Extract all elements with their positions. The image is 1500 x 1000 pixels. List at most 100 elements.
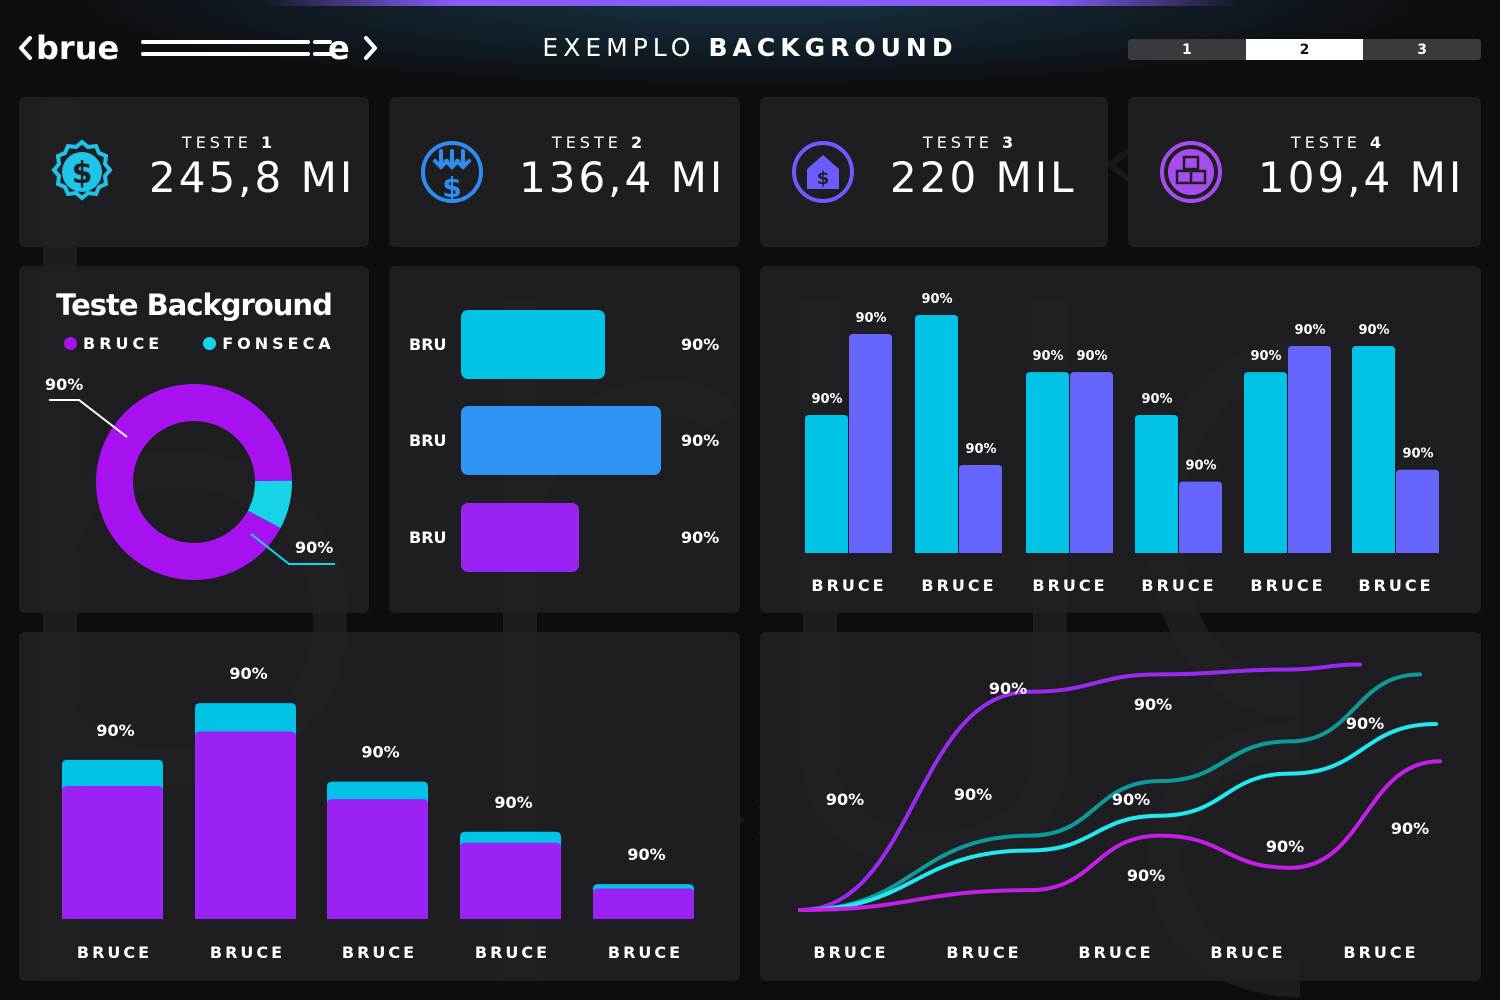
page-selector: 1 2 3 [1128, 39, 1481, 60]
svg-text:$: $ [817, 168, 830, 189]
line-series-3[interactable] [798, 722, 1438, 912]
page-button-2[interactable]: 2 [1245, 39, 1364, 60]
legend-item-fonseca[interactable]: FONSECA [203, 334, 335, 353]
line-value-label: 90% [989, 679, 1027, 698]
kpi-value: 220 MIL [890, 153, 1077, 202]
line-value-label: 90% [1391, 819, 1429, 838]
line-value-label: 90% [826, 790, 864, 809]
hbar-value-label: 90% [681, 528, 720, 547]
line-series-2[interactable] [798, 672, 1422, 912]
line-value-label: 90% [954, 785, 992, 804]
grouped-bar-card: 90% 90% BRUCE 90% 90% BRUCE 90% 90% BRUCE 90% 90% B… [760, 266, 1481, 613]
category-label: BRUCE [921, 576, 996, 595]
bar-value-label: 90% [229, 664, 267, 683]
grouped-bar[interactable] [1352, 345, 1395, 553]
stacked-bar-base[interactable] [62, 786, 163, 919]
category-label: BRUCE [77, 943, 152, 962]
svg-text:$: $ [72, 156, 93, 191]
legend-dot [64, 337, 77, 350]
kpi-label: TESTE 1 [181, 133, 277, 152]
stacked-bar-base[interactable] [195, 731, 296, 919]
svg-text:$: $ [442, 171, 461, 204]
stacked-bar-base[interactable] [593, 888, 694, 919]
hbar-bar[interactable] [461, 503, 579, 572]
category-label: BRUCE [475, 943, 550, 962]
bar-value-label: 90% [494, 793, 532, 812]
brand-logo[interactable]: brue e [18, 28, 378, 68]
category-label: BRUCE [1343, 943, 1418, 962]
top-accent-line [260, 0, 1240, 6]
line-value-label: 90% [1127, 866, 1165, 885]
stacked-bar-base[interactable] [327, 799, 428, 919]
page-button-3[interactable]: 3 [1363, 39, 1481, 60]
grouped-bar[interactable] [1288, 345, 1331, 553]
horizontal-bar-card: BRU 90% BRU 90% BRU 90% [389, 266, 740, 613]
line-value-label: 90% [1134, 695, 1172, 714]
grouped-bar[interactable] [1135, 414, 1178, 553]
line-value-label: 90% [1112, 790, 1150, 809]
kpi-label: TESTE 3 [922, 133, 1018, 152]
donut-label: 90% [45, 375, 83, 394]
bar-value-label: 90% [965, 442, 996, 457]
bar-value-label: 90% [811, 392, 842, 407]
bar-value-label: 90% [1185, 459, 1216, 474]
grouped-bar[interactable] [849, 334, 892, 553]
kpi-card-2[interactable]: $ TESTE 2 136,4 MI [389, 97, 740, 247]
legend-item-bruce[interactable]: BRUCE [64, 334, 163, 353]
category-label: BRUCE [1358, 576, 1433, 595]
category-label: BRUCE [342, 943, 417, 962]
hbar-bar[interactable] [461, 406, 661, 475]
kpi-value: 245,8 MI [149, 153, 356, 202]
grouped-bar[interactable] [959, 464, 1002, 553]
stacked-bar-card: 90% BRUCE 90% BRUCE 90% BRUCE 90% BRUCE 90% BRUCE [19, 632, 740, 981]
donut-card: Teste Background BRUCE FONSECA 90% 90% [19, 266, 369, 613]
grouped-bar[interactable] [1026, 372, 1069, 553]
legend-dot [203, 337, 217, 350]
category-label: BRUCE [813, 943, 888, 962]
bar-value-label: 90% [1076, 349, 1107, 364]
grouped-bar-chart: 90% 90% BRUCE 90% 90% BRUCE 90% 90% BRUCE 90% 90% B… [805, 292, 1439, 595]
kpi-label: TESTE 4 [1290, 133, 1386, 152]
page-button-1[interactable]: 1 [1128, 39, 1246, 60]
bar-value-label: 90% [1032, 349, 1063, 364]
grouped-bar[interactable] [1070, 372, 1113, 553]
bar-value-label: 90% [1402, 447, 1433, 462]
hbar-bar[interactable] [461, 310, 605, 379]
grouped-bar[interactable] [1396, 469, 1439, 553]
bar-value-label: 90% [921, 292, 952, 307]
grouped-bar[interactable] [1179, 481, 1222, 553]
hbar-category-label: BRU [409, 528, 447, 547]
hbar-value-label: 90% [681, 335, 720, 354]
donut-legend: BRUCE FONSECA [64, 334, 335, 353]
kpi-card-4[interactable]: TESTE 4 109,4 MI [1128, 97, 1481, 247]
category-label: BRUCE [946, 943, 1021, 962]
kpi-card-3[interactable]: $ TESTE 3 220 MIL [760, 97, 1108, 247]
bar-value-label: 90% [361, 743, 399, 762]
title-bold: BACKGROUND [708, 33, 958, 62]
bar-value-label: 90% [627, 845, 665, 864]
bar-value-label: 90% [855, 311, 886, 326]
boxes-icon [1160, 141, 1222, 203]
stacked-bar-base[interactable] [460, 842, 561, 919]
donut-chart: 90% 90% [45, 375, 335, 580]
grouped-bar[interactable] [805, 414, 848, 553]
bar-value-label: 90% [1294, 323, 1325, 338]
category-label: BRUCE [1250, 576, 1325, 595]
line-chart: 90% 90% 90% 90% 90% 90% 90% 90% 90% BRUCE BRUCE BRU… [798, 662, 1442, 962]
category-label: BRUCE [608, 943, 683, 962]
house-dollar-icon: $ [792, 141, 854, 203]
grouped-bar[interactable] [1244, 372, 1287, 553]
stacked-bar-chart: 90% BRUCE 90% BRUCE 90% BRUCE 90% BRUCE 90% BRUCE [62, 664, 694, 962]
kpi-card-1[interactable]: $ TESTE 1 245,8 MI [19, 97, 369, 247]
bar-value-label: 90% [1141, 392, 1172, 407]
grouped-bar[interactable] [915, 315, 958, 553]
line-value-label: 90% [1266, 837, 1304, 856]
bar-value-label: 90% [96, 721, 134, 740]
category-label: BRUCE [1210, 943, 1285, 962]
kpi-value: 109,4 MI [1258, 153, 1465, 202]
donut-title: Teste Background [56, 288, 333, 322]
dollar-down-arrows-icon: $ [421, 141, 483, 204]
donut-label: 90% [295, 538, 333, 557]
line-value-label: 90% [1346, 714, 1384, 733]
page-title: EXEMPLO BACKGROUND [500, 33, 1000, 62]
